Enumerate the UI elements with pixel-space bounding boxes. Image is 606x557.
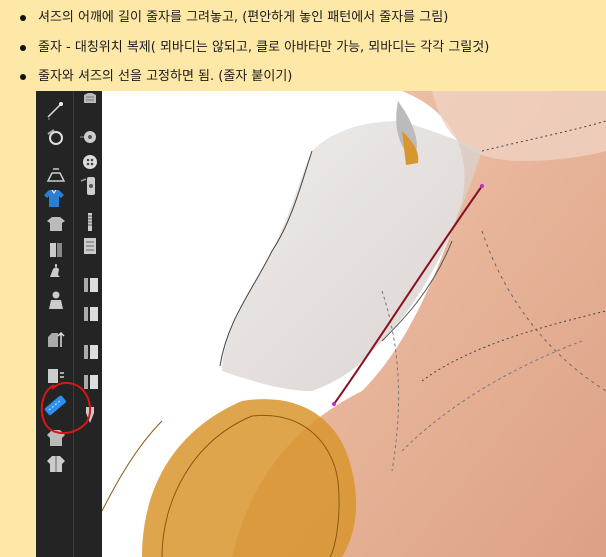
sewing-icon[interactable] xyxy=(78,126,102,148)
clo3d-screenshot xyxy=(36,91,606,557)
lock-icon[interactable] xyxy=(78,274,102,296)
garment-icon[interactable] xyxy=(78,91,102,113)
bullet xyxy=(20,74,26,80)
pin-icon[interactable] xyxy=(44,263,68,285)
lock-icon[interactable] xyxy=(78,341,102,363)
notes-panel: 셔즈의 어깨에 길이 줄자를 그려놓고, (편안하게 놓인 패턴에서 줄자를 그… xyxy=(0,0,606,88)
note-item: 줄자 - 대칭위치 복제( 뫼바디는 않되고, 클로 아바타만 가능, 뫼바디는… xyxy=(20,40,490,56)
left-toolbar xyxy=(36,91,102,557)
avatar-icon[interactable] xyxy=(44,289,68,311)
bullet xyxy=(20,45,26,51)
measure-icon[interactable] xyxy=(78,303,102,325)
bullet xyxy=(20,15,26,21)
note-item: 셔즈의 어깨에 길이 줄자를 그려놓고, (편안하게 놓인 패턴에서 줄자를 그… xyxy=(20,10,449,26)
note-item: 줄자와 셔즈의 선을 고정하면 됨. (줄자 붙이기) xyxy=(20,69,293,85)
note-text: 줄자 - 대칭위치 복제( 뫼바디는 않되고, 클로 아바타만 가능, 뫼바디는… xyxy=(38,40,490,55)
3d-viewport[interactable] xyxy=(102,91,606,557)
pen-icon[interactable] xyxy=(44,99,68,121)
button-icon[interactable] xyxy=(78,175,102,197)
shirt-icon[interactable] xyxy=(44,453,68,475)
note-text: 셔즈의 어깨에 길이 줄자를 그려놓고, (편안하게 놓인 패턴에서 줄자를 그… xyxy=(38,10,449,25)
highlight-circle xyxy=(40,381,92,434)
zipper-icon[interactable] xyxy=(78,211,102,233)
zipper-slider-icon[interactable] xyxy=(44,213,68,235)
fold-arrange-icon[interactable] xyxy=(44,239,68,261)
shirt-edit-icon[interactable] xyxy=(44,329,68,351)
avatar-tool-icon[interactable] xyxy=(44,163,68,185)
shirt-icon[interactable] xyxy=(42,187,66,209)
note-text: 줄자와 셔즈의 선을 고정하면 됨. (줄자 붙이기) xyxy=(38,69,293,84)
point-icon[interactable] xyxy=(44,126,68,148)
fold-icon[interactable] xyxy=(78,235,102,257)
toolbar-divider xyxy=(73,91,74,557)
transform-icon[interactable] xyxy=(78,151,102,173)
garment-render xyxy=(102,91,606,557)
